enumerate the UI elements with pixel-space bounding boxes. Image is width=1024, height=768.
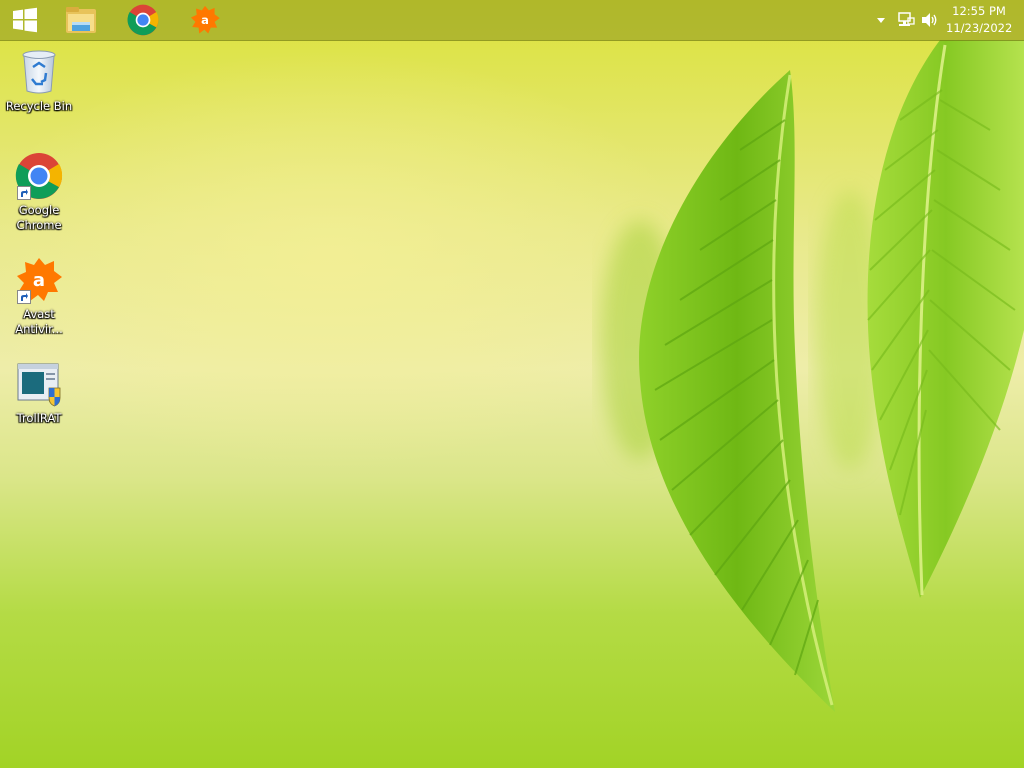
trollrat-icon [13,358,65,410]
svg-text:a: a [201,13,209,27]
avast-icon: a [13,254,65,306]
taskbar-clock[interactable]: 12:55 PM 11/23/2022 [946,3,1012,37]
clock-date: 11/23/2022 [946,21,1013,35]
taskbar-file-explorer-button[interactable] [58,0,104,40]
desktop-icon-label: Recycle Bin [5,99,73,113]
shortcut-arrow-icon [17,290,31,304]
show-hidden-icons-button[interactable] [872,0,890,40]
desktop-icon-label: TrollRAT [16,411,62,425]
desktop-icon-trollrat[interactable]: TrollRAT [4,358,74,426]
avast-icon: a [190,5,220,34]
desktop-icon-label: Google Chrome [16,203,62,232]
folder-icon [66,7,96,33]
chrome-icon [13,150,65,202]
desktop-icon-avast-antivirus[interactable]: a Avast Antivir... [4,254,74,337]
desktop-icon-recycle-bin[interactable]: Recycle Bin [4,46,74,114]
windows-logo-icon [13,7,37,33]
taskbar: a 12:55 PM 11/23/2022 [0,0,1024,41]
desktop[interactable]: Recycle Bin Google Chrome a Avast Antivi… [0,0,1024,768]
taskbar-avast-button[interactable]: a [182,0,228,40]
recycle-bin-icon [13,46,65,98]
svg-text:a: a [33,270,45,291]
network-icon [898,12,915,26]
desktop-icon-google-chrome[interactable]: Google Chrome [4,150,74,233]
volume-icon [922,13,937,27]
chevron-up-icon [877,18,885,23]
taskbar-chrome-button[interactable] [120,0,166,40]
leaves-wallpaper-image [600,40,1024,712]
shortcut-arrow-icon [17,186,31,200]
volume-button[interactable] [918,0,942,40]
desktop-icon-label: Avast Antivir... [15,307,63,336]
network-status-button[interactable] [894,0,918,40]
chrome-icon [127,4,159,36]
start-button[interactable] [2,0,48,40]
clock-time: 12:55 PM [952,4,1006,18]
